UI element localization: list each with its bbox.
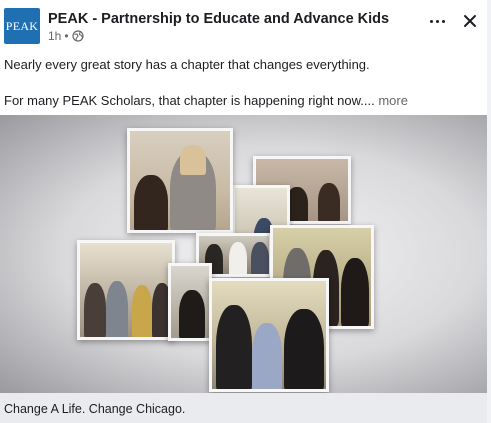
post-time[interactable]: 1h	[48, 29, 61, 43]
globe-icon	[71, 30, 84, 42]
more-options-button[interactable]	[423, 10, 451, 32]
collage-photo	[209, 278, 329, 392]
link-title[interactable]: Change A Life. Change Chicago.	[4, 402, 185, 416]
meta-separator: •	[64, 29, 69, 43]
page-name[interactable]: PEAK - Partnership to Educate and Advanc…	[48, 11, 389, 27]
close-button[interactable]	[458, 9, 482, 33]
post-text-line-2: For many PEAK Scholars, that chapter is …	[4, 93, 408, 109]
more-dot	[435, 19, 439, 23]
post-text-truncated: For many PEAK Scholars, that chapter is …	[4, 93, 375, 108]
see-more-link[interactable]: more	[378, 93, 408, 108]
close-icon	[464, 15, 476, 27]
logo-text: PEAK	[5, 18, 39, 33]
collage-photo	[77, 240, 175, 340]
post-image[interactable]	[0, 115, 491, 393]
collage-photo	[127, 128, 233, 233]
more-horizontal-icon	[429, 19, 433, 23]
scrollbar[interactable]	[487, 0, 491, 423]
collage-photo	[168, 263, 212, 341]
post-meta: 1h •	[48, 29, 84, 43]
page-avatar[interactable]: PEAK	[4, 8, 40, 44]
post-text-line-1: Nearly every great story has a chapter t…	[4, 57, 370, 72]
link-preview-footer[interactable]: Change A Life. Change Chicago.	[0, 393, 491, 423]
post-header: PEAK PEAK - Partnership to Educate and A…	[0, 0, 491, 52]
more-dot	[441, 19, 445, 23]
